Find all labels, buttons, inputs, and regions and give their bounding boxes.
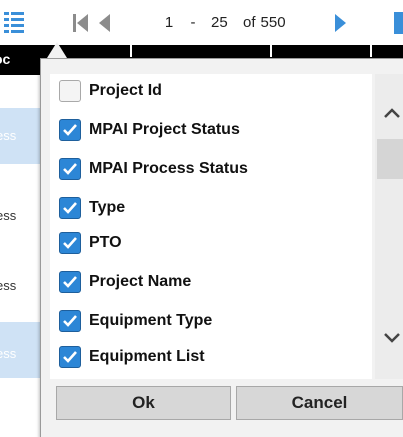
column-option-label: MPAI Project Status [89, 121, 240, 138]
row-cell-text: ess [0, 346, 17, 361]
table-row[interactable]: ess [0, 258, 44, 314]
checkbox-checked[interactable] [59, 346, 81, 368]
row-cell-text: ess [0, 208, 17, 223]
header-divider [270, 45, 272, 57]
pager-dash: - [190, 14, 196, 31]
row-cell-text: ess [0, 128, 17, 143]
chevron-up-icon[interactable] [384, 107, 400, 119]
first-page-icon[interactable] [72, 12, 90, 34]
pager-total: 550 [260, 14, 286, 31]
checkbox-checked[interactable] [59, 158, 81, 180]
pager-start: 1 [164, 14, 174, 31]
pager-toolbar: 1 - 25 of 550 [0, 0, 403, 45]
checkmark-icon [63, 351, 77, 363]
column-list: Project Id MPAI Project Status MPAI Proc… [50, 74, 372, 379]
checkmark-icon [63, 202, 77, 214]
checkbox-checked[interactable] [59, 119, 81, 141]
column-option-project-id[interactable]: Project Id [59, 78, 162, 104]
column-option-label: Project Id [89, 82, 162, 99]
column-option-label: PTO [89, 234, 122, 251]
column-option-mpai-project-status[interactable]: MPAI Project Status [59, 117, 240, 143]
cancel-button[interactable]: Cancel [236, 386, 403, 420]
column-option-type[interactable]: Type [59, 195, 125, 221]
next-page-icon[interactable] [334, 12, 348, 34]
checkbox-checked[interactable] [59, 197, 81, 219]
checkbox-unchecked[interactable] [59, 80, 81, 102]
scrollbar-thumb[interactable] [377, 139, 403, 179]
column-option-label: Equipment Type [89, 312, 213, 329]
checkmark-icon [63, 315, 77, 327]
checkbox-checked[interactable] [59, 271, 81, 293]
checkmark-icon [63, 124, 77, 136]
checkmark-icon [63, 237, 77, 249]
ok-button[interactable]: Ok [56, 386, 231, 420]
column-chooser-icon[interactable] [3, 10, 25, 34]
column-option-project-name[interactable]: Project Name [59, 269, 191, 295]
list-scrollbar[interactable] [375, 74, 403, 379]
popup-pointer [47, 42, 67, 58]
pager-range: 1 - 25 of 550 [163, 14, 286, 31]
checkbox-checked[interactable] [59, 310, 81, 332]
column-option-mpai-process-status[interactable]: MPAI Process Status [59, 156, 248, 182]
grid-header-label: oc [0, 51, 11, 67]
checkmark-icon [63, 163, 77, 175]
header-divider [130, 45, 132, 57]
pager-of: of [243, 14, 256, 31]
column-option-pto[interactable]: PTO [59, 230, 122, 256]
header-divider [370, 45, 372, 57]
pager-end: 25 [211, 14, 228, 31]
column-option-equipment-type[interactable]: Equipment Type [59, 308, 212, 334]
column-option-label: Equipment List [89, 348, 205, 365]
prev-page-icon[interactable] [97, 12, 111, 34]
last-page-icon[interactable] [394, 12, 403, 34]
checkmark-icon [63, 276, 77, 288]
table-row[interactable]: ess [0, 188, 44, 244]
table-row[interactable]: ess [0, 322, 44, 378]
checkbox-checked[interactable] [59, 232, 81, 254]
table-row[interactable]: ess [0, 108, 44, 164]
column-option-equipment-list[interactable]: Equipment List [59, 344, 205, 370]
column-option-label: Project Name [89, 273, 192, 290]
chevron-down-icon[interactable] [384, 332, 400, 344]
column-option-label: Type [89, 199, 126, 216]
column-option-label: MPAI Process Status [89, 160, 248, 177]
row-cell-text: ess [0, 278, 17, 293]
